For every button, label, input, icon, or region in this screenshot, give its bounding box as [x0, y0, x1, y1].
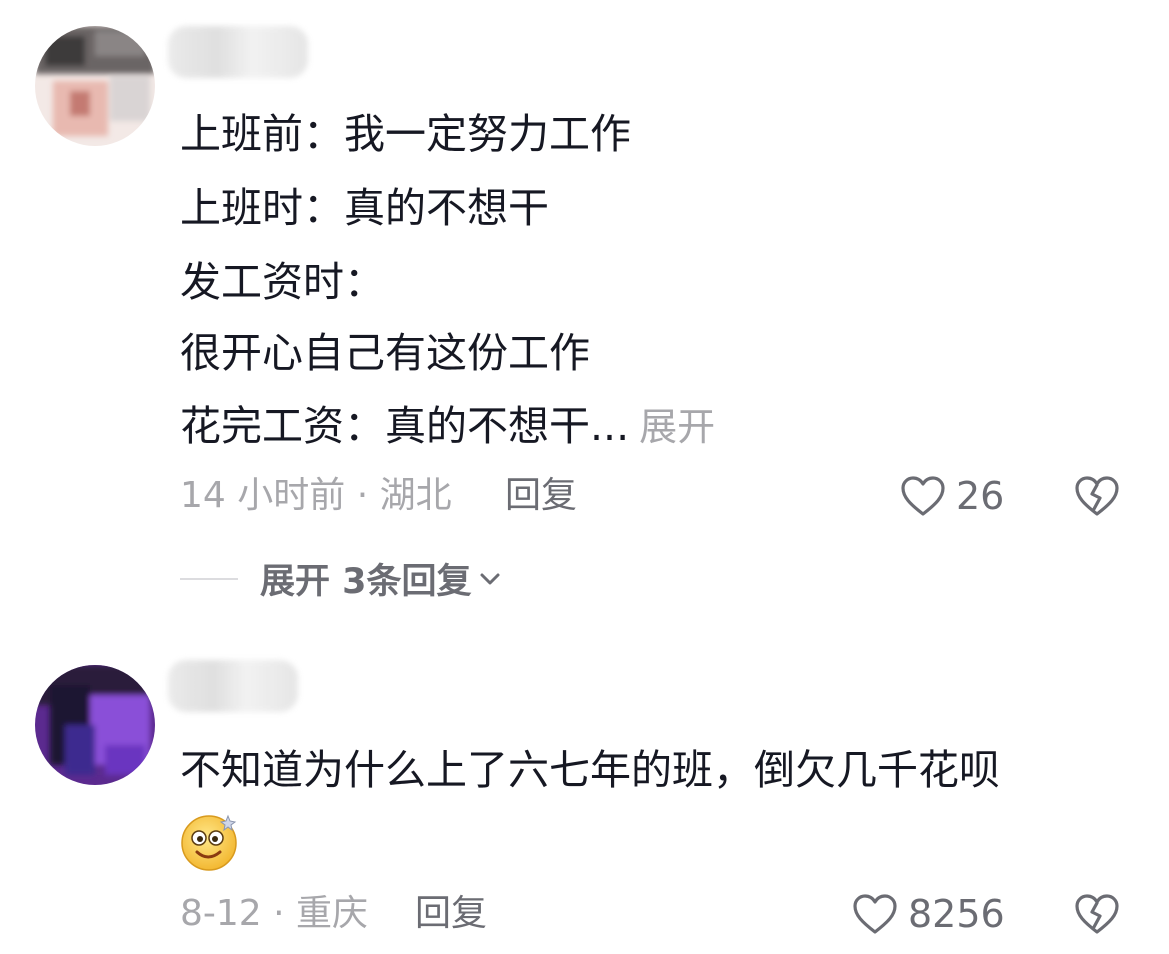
avatar-image	[35, 665, 155, 785]
broken-heart-icon	[1075, 894, 1119, 934]
username[interactable]	[168, 660, 298, 712]
comment-text-line: 不知道为什么上了六七年的班，倒欠几千花呗	[180, 746, 1000, 794]
like-count: 8256	[908, 892, 1005, 936]
dizzy-smile-emoji	[180, 812, 242, 876]
avatar[interactable]	[35, 665, 155, 785]
emoji-icon	[181, 814, 237, 871]
reply-button[interactable]: 回复	[415, 890, 487, 938]
dislike-button[interactable]	[1074, 893, 1120, 939]
comment-item: 不知道为什么上了六七年的班，倒欠几千花呗 8-12 · 重庆 回复 8256	[0, 0, 1169, 954]
comment-meta: 8-12 · 重庆	[180, 893, 369, 934]
like-button[interactable]: 8256	[852, 890, 1005, 938]
heart-outline-icon	[853, 894, 897, 934]
